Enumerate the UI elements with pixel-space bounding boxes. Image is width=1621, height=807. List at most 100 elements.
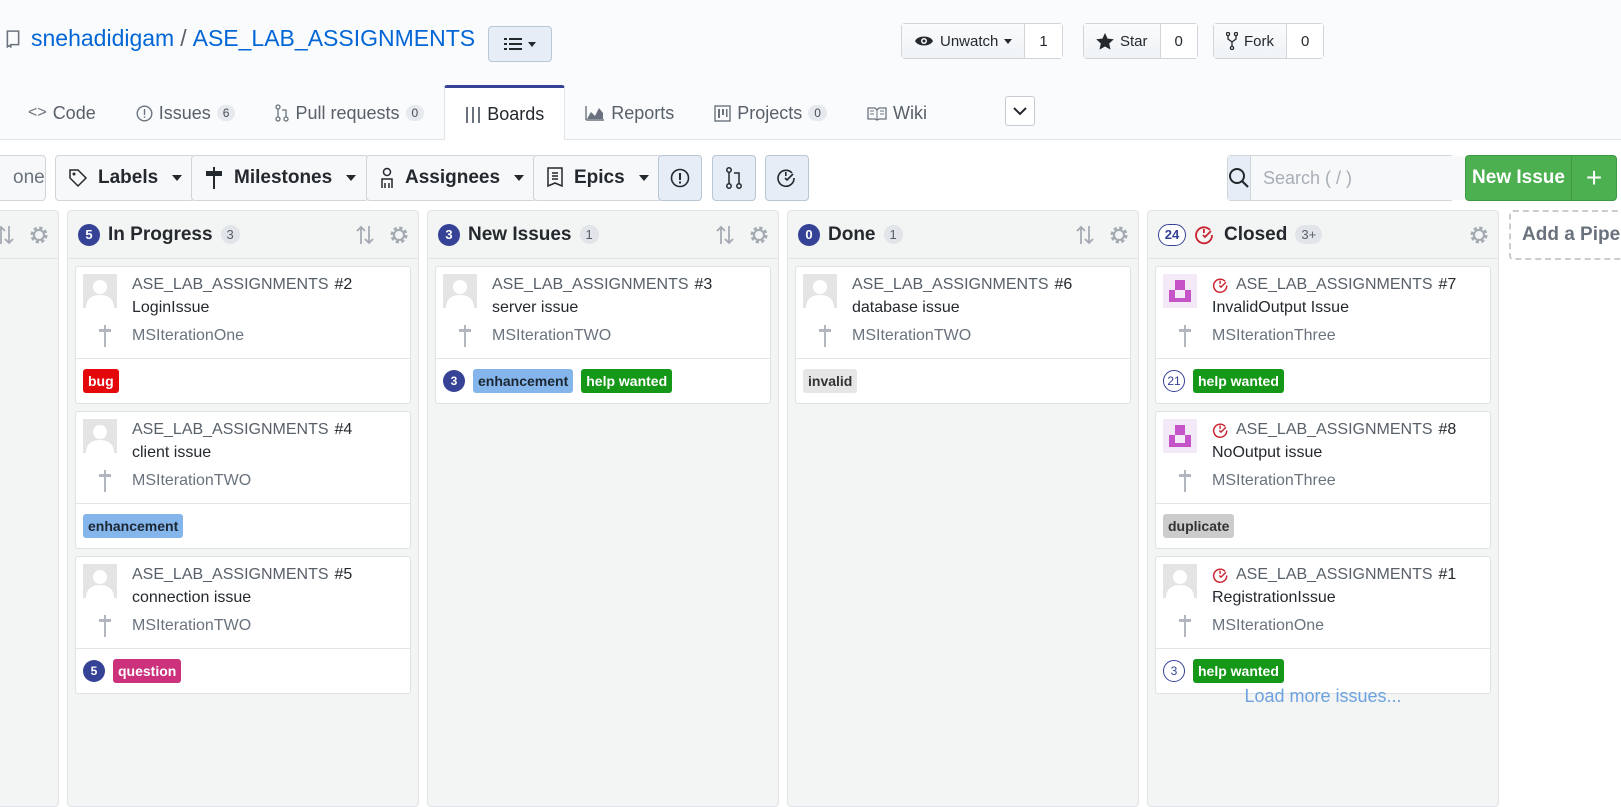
issue-card[interactable]: ASE_LAB_ASSIGNMENTS #8 NoOutput issue MSI… — [1155, 411, 1491, 549]
pipeline-title: Closed — [1224, 223, 1288, 245]
unwatch-button[interactable]: Unwatch — [902, 24, 1026, 58]
issue-title[interactable]: InvalidOutput Issue — [1212, 299, 1349, 317]
issue-card[interactable]: ASE_LAB_ASSIGNMENTS #2 LoginIssue MSItera… — [75, 266, 411, 404]
new-issue-plus-button[interactable]: + — [1572, 156, 1616, 200]
issue-card[interactable]: ASE_LAB_ASSIGNMENTS #3 server issue MSIte… — [435, 266, 771, 404]
milestones-filter-button[interactable]: Milestones — [191, 155, 370, 201]
search-input[interactable] — [1251, 156, 1495, 200]
list-icon — [504, 38, 522, 50]
fork-label: Fork — [1244, 32, 1274, 50]
gear-icon[interactable] — [748, 224, 770, 246]
view-switcher-button[interactable] — [488, 26, 552, 62]
issue-card[interactable]: ASE_LAB_ASSIGNMENTS #6 database issue MSI… — [795, 266, 1131, 404]
gear-icon[interactable] — [28, 224, 50, 246]
toggle-issues-button[interactable] — [658, 155, 702, 201]
labels-filter-label: Labels — [98, 167, 159, 188]
chevron-down-icon — [346, 175, 357, 181]
milestone-icon — [99, 615, 111, 637]
card-body: ASE_LAB_ASSIGNMENTS #1 RegistrationIssue … — [1156, 557, 1490, 649]
stars-count[interactable]: 0 — [1160, 24, 1197, 58]
sort-icon[interactable] — [356, 224, 374, 246]
card-body: ASE_LAB_ASSIGNMENTS #8 NoOutput issue MSI… — [1156, 412, 1490, 504]
issue-card[interactable]: ASE_LAB_ASSIGNMENTS #1 RegistrationIssue … — [1155, 556, 1491, 694]
toggle-closed-button[interactable] — [765, 155, 809, 201]
book-icon — [867, 106, 887, 121]
tab-issues[interactable]: Issues 6 — [116, 86, 256, 140]
label-help-wanted[interactable]: help wanted — [1193, 369, 1284, 393]
issue-title[interactable]: server issue — [492, 299, 578, 317]
repo-name-link[interactable]: ASE_LAB_ASSIGNMENTS — [193, 25, 476, 51]
label-enhancement[interactable]: enhancement — [473, 369, 574, 393]
avatar — [443, 274, 477, 308]
tab-boards[interactable]: Boards — [444, 85, 566, 141]
tab-reports[interactable]: Reports — [565, 86, 694, 140]
issue-icon — [136, 104, 153, 122]
tab-projects[interactable]: Projects 0 — [694, 86, 847, 140]
label-enhancement[interactable]: enhancement — [83, 514, 184, 538]
pull-requests-count: 0 — [405, 105, 425, 121]
sort-icon[interactable] — [716, 224, 734, 246]
tab-pull-requests[interactable]: Pull requests 0 — [255, 86, 444, 140]
pipeline-estimate: 5 — [78, 223, 100, 246]
chevron-down-icon — [638, 175, 649, 181]
sort-icon[interactable] — [0, 224, 14, 246]
issue-milestone: MSIterationOne — [1212, 617, 1325, 634]
label-invalid[interactable]: invalid — [803, 369, 858, 393]
epics-filter-button[interactable]: Epics — [533, 155, 662, 201]
milestone-icon — [459, 325, 471, 347]
tab-label: Projects — [737, 102, 803, 123]
toggle-pull-requests-button[interactable] — [712, 155, 756, 201]
label-duplicate[interactable]: duplicate — [1163, 514, 1235, 538]
issue-card[interactable]: ASE_LAB_ASSIGNMENTS #7 InvalidOutput Issu… — [1155, 266, 1491, 404]
filter-button-partial[interactable]: one — [0, 155, 46, 201]
pipeline-in-progress: 5 In Progress 3 ASE_LAB_ASSIGNMENTS #2 Lo… — [67, 210, 419, 807]
label-help-wanted[interactable]: help wanted — [581, 369, 673, 393]
issue-title[interactable]: client issue — [132, 444, 211, 462]
forks-count[interactable]: 0 — [1287, 24, 1324, 58]
issue-card[interactable]: ASE_LAB_ASSIGNMENTS #5 connection issue M… — [75, 556, 411, 694]
more-tabs-button[interactable] — [1005, 96, 1035, 126]
issue-title[interactable]: LoginIssue — [132, 299, 209, 317]
projects-count: 0 — [808, 105, 827, 121]
label-question[interactable]: question — [113, 659, 182, 683]
issue-estimate: 3 — [443, 370, 465, 392]
labels-filter-button[interactable]: Labels — [55, 155, 196, 201]
issue-milestone: MSIterationTWO — [132, 472, 252, 489]
milestone-icon — [819, 325, 831, 347]
star-label: Star — [1120, 32, 1148, 50]
pipeline-header: 5 In Progress 3 — [68, 211, 418, 259]
closed-issue-icon — [1212, 422, 1228, 438]
add-pipeline-button[interactable]: Add a Pipeline — [1509, 210, 1621, 260]
gear-icon[interactable] — [1468, 224, 1490, 246]
card-labels: 21 help wanted — [1156, 359, 1490, 403]
gear-icon[interactable] — [388, 224, 410, 246]
sort-icon[interactable] — [1076, 224, 1094, 246]
pipeline-estimate: 3 — [438, 223, 460, 246]
label-bug[interactable]: bug — [83, 369, 119, 393]
pipeline-title: Done — [828, 223, 876, 245]
watch-button-group: Unwatch 1 — [901, 23, 1063, 59]
watchers-count[interactable]: 1 — [1025, 24, 1062, 58]
issue-title[interactable]: RegistrationIssue — [1212, 589, 1336, 607]
star-button[interactable]: Star — [1084, 24, 1161, 58]
fork-button[interactable]: Fork — [1214, 24, 1287, 58]
load-more-link[interactable]: Load more issues... — [1148, 686, 1498, 707]
tab-label: Code — [52, 102, 96, 123]
issue-title[interactable]: connection issue — [132, 589, 251, 607]
gear-icon[interactable] — [1108, 224, 1130, 246]
issue-title[interactable]: NoOutput issue — [1212, 444, 1322, 462]
assignees-filter-button[interactable]: Assignees — [366, 155, 538, 201]
new-issue-button[interactable]: New Issue — [1466, 156, 1572, 200]
pipeline-estimate: 24 — [1158, 223, 1186, 246]
label-help-wanted[interactable]: help wanted — [1193, 659, 1284, 683]
tab-code[interactable]: <> Code — [0, 86, 116, 140]
pipeline-title: In Progress — [108, 223, 213, 245]
issue-title[interactable]: database issue — [852, 299, 960, 317]
search-icon[interactable] — [1228, 156, 1251, 200]
tab-wiki[interactable]: Wiki — [847, 86, 947, 140]
issue-card[interactable]: ASE_LAB_ASSIGNMENTS #4 client issue MSIte… — [75, 411, 411, 549]
repo-owner-link[interactable]: snehadidigam — [31, 25, 174, 51]
person-icon — [381, 167, 393, 188]
chevron-down-icon — [528, 41, 536, 47]
card-labels: invalid — [796, 359, 1130, 403]
